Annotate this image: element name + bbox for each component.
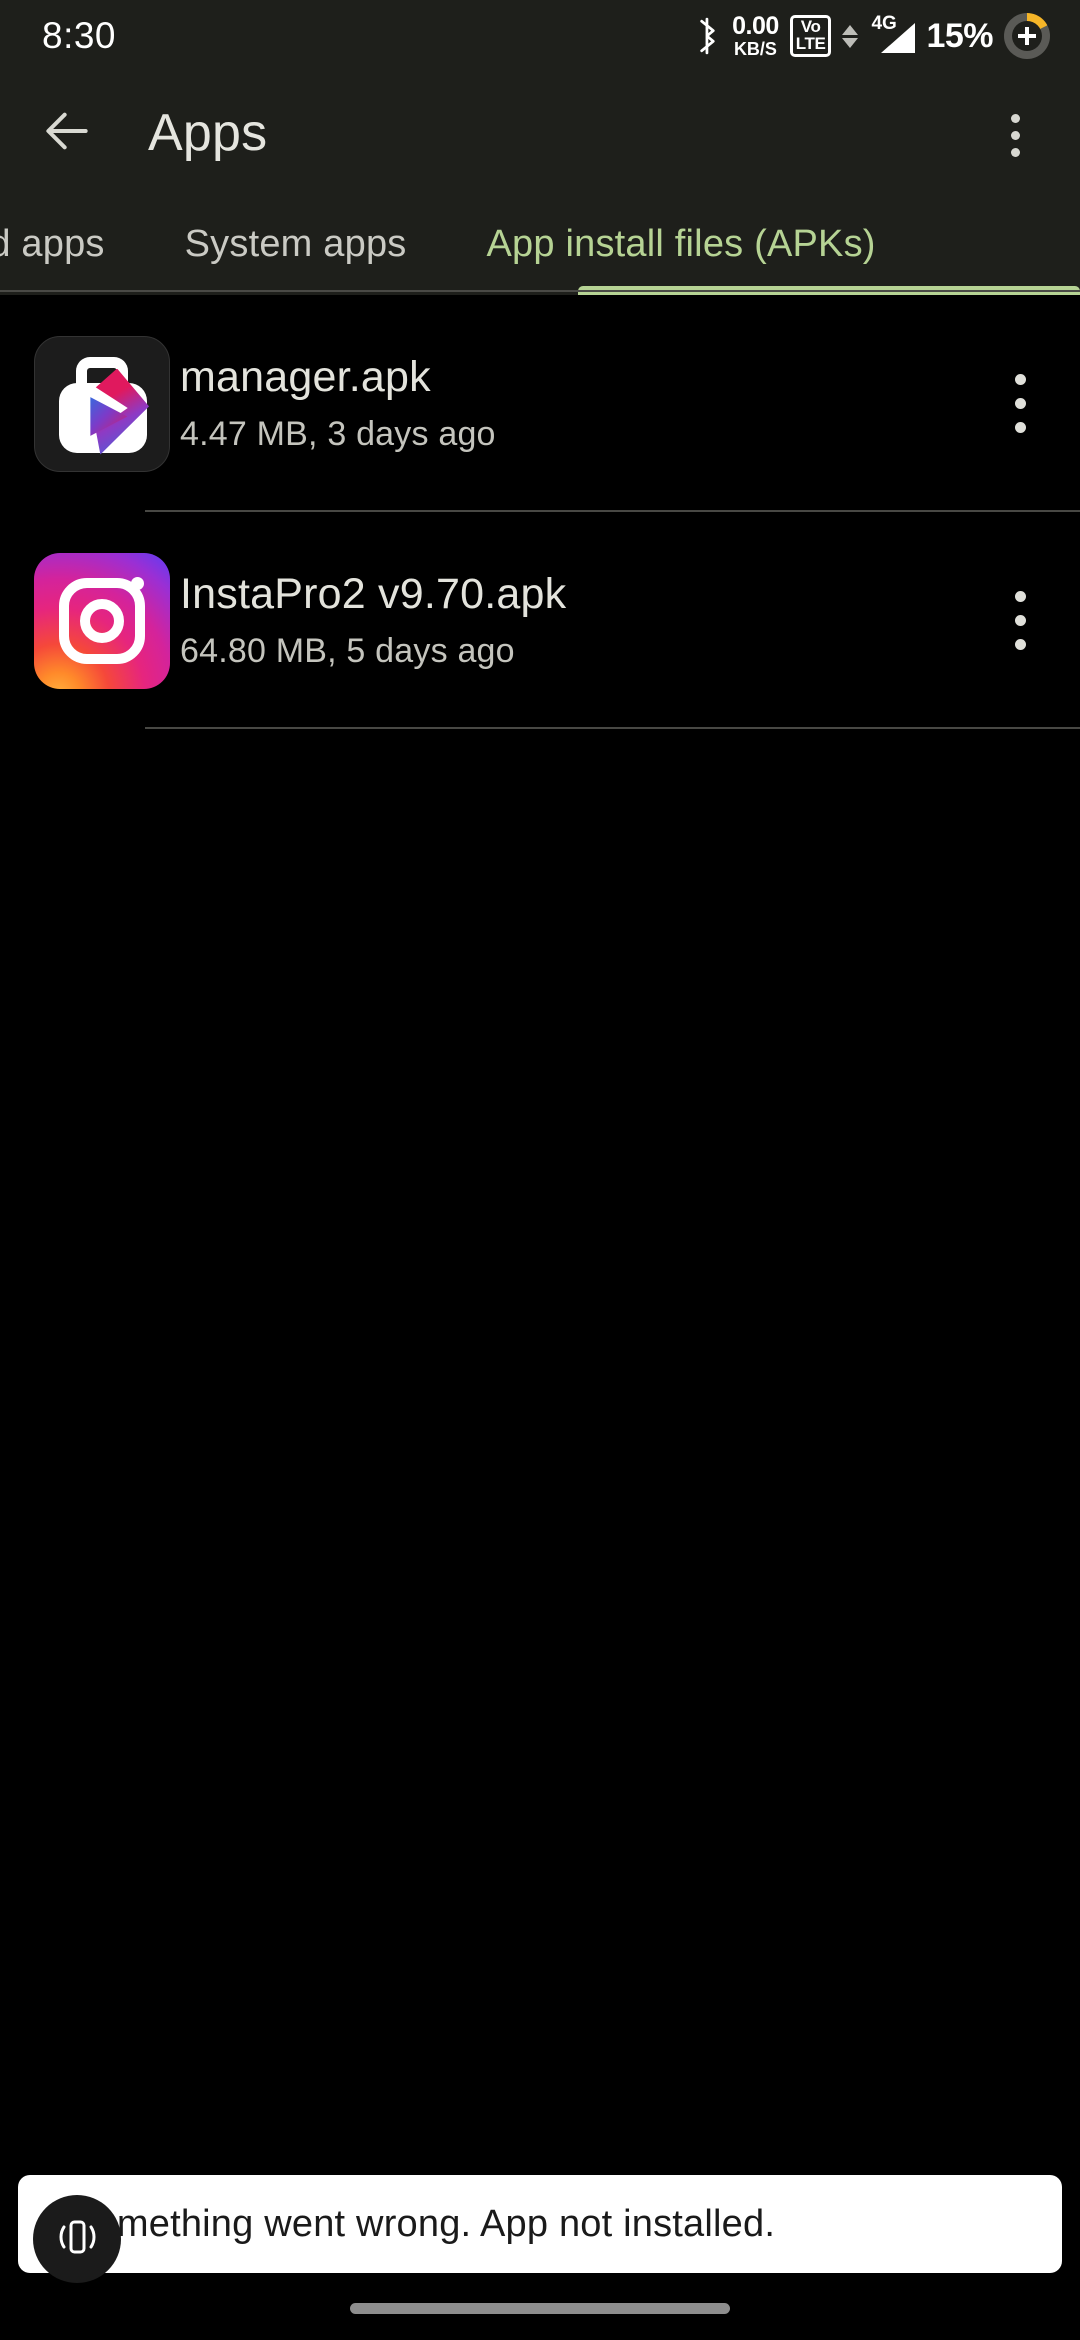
more-vertical-icon — [1014, 422, 1026, 433]
back-button[interactable] — [28, 94, 106, 172]
tab-row: ed apps System apps App install files (A… — [0, 194, 916, 295]
tab-bar-divider — [0, 290, 1080, 292]
more-vertical-icon — [1014, 374, 1026, 385]
more-vertical-icon — [1010, 113, 1020, 123]
status-clock: 8:30 — [42, 15, 117, 56]
more-vertical-icon — [1014, 639, 1026, 650]
arrow-down-icon — [842, 37, 859, 48]
instagram-icon — [34, 552, 170, 689]
status-bar: 8:30 0.00 KB/S Vo LTE 4G 15% — [0, 0, 1080, 72]
page-title: Apps — [148, 104, 268, 162]
status-icons: 0.00 KB/S Vo LTE 4G 15% — [695, 13, 1050, 59]
apk-file-meta: 4.47 MB, 3 days ago — [180, 415, 496, 453]
tab-app-install-files[interactable]: App install files (APKs) — [447, 194, 916, 295]
app-icon-container — [34, 552, 170, 689]
plus-icon — [1017, 26, 1037, 46]
list-item[interactable]: manager.apk 4.47 MB, 3 days ago — [0, 295, 1080, 512]
more-vertical-icon — [1014, 615, 1026, 626]
list-item-separator — [145, 727, 1080, 729]
arrow-left-icon — [39, 103, 95, 164]
network-speed-value: 0.00 — [732, 12, 779, 40]
data-transfer-arrows-icon — [842, 24, 859, 48]
apk-file-name: manager.apk — [180, 353, 431, 401]
apk-file-name: InstaPro2 v9.70.apk — [180, 570, 567, 618]
apk-manager-icon — [34, 335, 170, 472]
app-info: manager.apk 4.47 MB, 3 days ago — [180, 353, 970, 454]
system-navigation-bar — [0, 2276, 1080, 2340]
list-item-overflow-button[interactable] — [970, 295, 1070, 512]
tab-system-apps[interactable]: System apps — [145, 194, 447, 295]
list-item-overflow-button[interactable] — [970, 512, 1070, 729]
app-icon-container — [34, 335, 170, 472]
more-vertical-icon — [1010, 130, 1020, 140]
camera-dot-shape — [131, 576, 144, 590]
vibration-floating-bubble[interactable] — [33, 2195, 121, 2283]
toolbar-overflow-button[interactable] — [984, 104, 1046, 166]
phone-vibrate-icon — [50, 2214, 104, 2265]
app-info: InstaPro2 v9.70.apk 64.80 MB, 5 days ago — [180, 570, 970, 671]
more-vertical-icon — [1014, 398, 1026, 409]
more-vertical-icon — [1010, 147, 1020, 157]
volte-icon: Vo LTE — [789, 15, 832, 57]
bluetooth-icon — [695, 17, 721, 55]
camera-lens-shape — [80, 598, 124, 643]
apk-list: manager.apk 4.47 MB, 3 days ago InstaPro… — [0, 295, 1080, 729]
network-speed-unit: KB/S — [733, 39, 777, 59]
battery-ring-icon — [1004, 13, 1050, 59]
volte-line-2: LTE — [795, 33, 826, 53]
cellular-signal-icon: 4G — [869, 13, 916, 57]
network-speed-indicator: 0.00 KB/S — [732, 12, 779, 59]
home-gesture-pill[interactable] — [350, 2302, 730, 2314]
list-item[interactable]: InstaPro2 v9.70.apk 64.80 MB, 5 days ago — [0, 512, 1080, 729]
app-toolbar: Apps — [0, 72, 1080, 194]
toast-message: Something went wrong. App not installed. — [18, 2175, 1062, 2273]
toast-text: Something went wrong. App not installed. — [70, 2202, 776, 2245]
arrow-up-icon — [842, 24, 859, 35]
signal-bars-icon — [881, 23, 916, 53]
tab-bar: ed apps System apps App install files (A… — [0, 194, 1080, 295]
tab-installed-apps[interactable]: ed apps — [0, 194, 145, 295]
more-vertical-icon — [1014, 591, 1026, 602]
battery-percent-label: 15% — [926, 16, 993, 55]
apk-file-meta: 64.80 MB, 5 days ago — [180, 632, 515, 670]
